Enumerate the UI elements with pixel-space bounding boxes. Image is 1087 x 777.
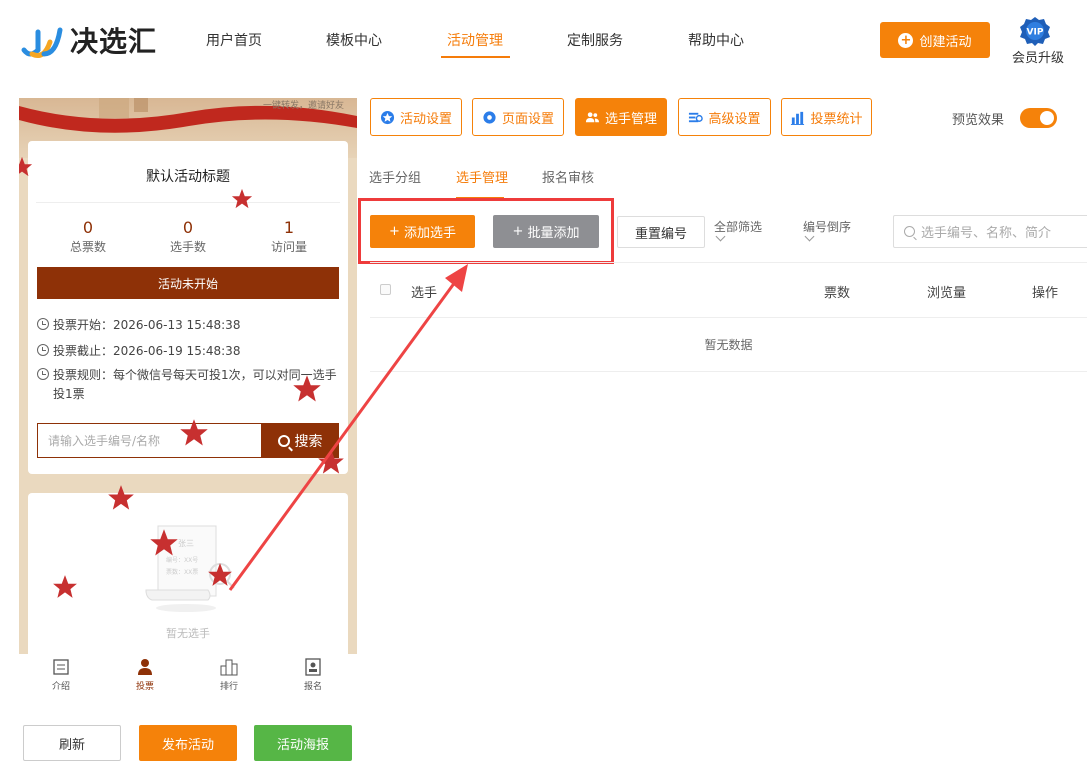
stat-total-votes-label: 总票数 — [69, 240, 106, 254]
preview-tab-register[interactable]: 报名 — [271, 654, 355, 700]
tab-activity-settings[interactable]: 活动设置 — [370, 98, 462, 136]
preview-tab-intro-label: 介绍 — [51, 682, 70, 692]
subtab-registration-review[interactable]: 报名审核 — [542, 167, 594, 186]
nav-item-help-center[interactable]: 帮助中心 — [688, 30, 744, 50]
column-header-votes: 票数 — [824, 286, 851, 301]
empty-card-name: 张三 — [178, 539, 194, 548]
info-icon — [37, 368, 49, 380]
star-decoration-icon — [19, 156, 33, 177]
vote-start-line: 投票开始：2026-06-13 15:48:38 — [37, 316, 240, 333]
vote-start-text: 投票开始：2026-06-13 15:48:38 — [53, 318, 241, 332]
table-empty-message: 暂无数据 — [704, 338, 753, 352]
table-bottom-border — [370, 371, 1087, 372]
star-decoration-icon — [150, 529, 178, 556]
tab-page-settings-label: 页面设置 — [501, 111, 554, 127]
nav-item-template-center[interactable]: 模板中心 — [326, 30, 382, 50]
create-activity-button[interactable]: + 创建活动 — [880, 22, 990, 58]
nav-item-user-home[interactable]: 用户首页 — [206, 30, 262, 50]
nav-item-activity-management[interactable]: 活动管理 — [447, 30, 503, 50]
divider — [36, 202, 340, 203]
stat-contestants-label: 选手数 — [169, 240, 206, 254]
contestant-search-input[interactable]: 请输入选手编号/名称 — [37, 423, 261, 458]
subtab-contestant-groups[interactable]: 选手分组 — [369, 167, 421, 186]
plus-circle-icon: + — [898, 32, 914, 48]
star-decoration-icon — [318, 449, 344, 474]
star-decoration-icon — [53, 575, 77, 598]
tab-page-settings[interactable]: 页面设置 — [472, 98, 564, 136]
empty-card-votes: 票数：XX票 — [166, 568, 198, 576]
refresh-button[interactable]: 刷新 — [23, 725, 121, 761]
tab-vote-statistics[interactable]: 投票统计 — [781, 98, 872, 136]
ranking-icon — [220, 659, 238, 676]
preview-effect-label: 预览效果 — [952, 113, 1005, 128]
star-decoration-icon — [208, 563, 232, 586]
contestant-filter-search[interactable]: 选手编号、名称、简介 — [893, 215, 1087, 248]
contestant-filter-search-placeholder: 选手编号、名称、简介 — [921, 226, 1052, 241]
nav-item-custom-service[interactable]: 定制服务 — [567, 30, 623, 50]
publish-activity-button[interactable]: 发布活动 — [139, 725, 237, 761]
preview-tab-ranking[interactable]: 排行 — [187, 654, 271, 700]
stat-total-votes-value: 0 — [82, 218, 94, 237]
stat-visits-label: 访问量 — [270, 240, 307, 254]
nav-active-indicator — [441, 56, 510, 58]
tab-vote-statistics-label: 投票统计 — [810, 111, 863, 127]
vip-badge-text: VIP — [1027, 28, 1044, 38]
brand-name: 决选汇 — [70, 25, 158, 58]
mobile-preview: 一键转发，邀请好友 默认活动标题 0 总票数 0 选手数 1 访问量 活动未开始… — [19, 98, 357, 654]
toggle-knob — [1040, 111, 1054, 125]
star-decoration-icon — [293, 375, 321, 402]
preview-tab-vote[interactable]: 投票 — [103, 654, 187, 700]
preview-top-note: 一键转发，邀请好友 — [263, 101, 345, 111]
tab-advanced-settings-label: 高级设置 — [708, 111, 761, 127]
vote-end-line: 投票截止：2026-06-19 15:48:38 — [37, 342, 240, 359]
stat-visits-value: 1 — [283, 218, 295, 237]
preview-effect-toggle[interactable] — [1020, 108, 1057, 128]
highlight-annotation-box — [358, 198, 614, 264]
star-decoration-icon — [180, 419, 208, 446]
column-header-contestant: 选手 — [411, 286, 438, 301]
tab-contestant-management[interactable]: 选手管理 — [575, 98, 667, 136]
preview-tab-intro[interactable]: 介绍 — [19, 654, 103, 700]
user-icon — [138, 659, 152, 675]
gear-icon — [483, 110, 496, 124]
star-badge-icon — [380, 110, 395, 124]
preview-tab-register-label: 报名 — [303, 682, 322, 692]
activity-title: 默认活动标题 — [146, 169, 230, 185]
tab-activity-settings-label: 活动设置 — [399, 111, 452, 127]
users-icon — [585, 111, 600, 122]
stat-contestants-value: 0 — [182, 218, 194, 237]
activity-status-bar: 活动未开始 — [37, 267, 339, 299]
column-header-views: 浏览量 — [927, 286, 967, 301]
create-activity-label: 创建活动 — [919, 34, 972, 50]
no-contestants-text: 暂无选手 — [166, 627, 210, 640]
sliders-icon — [689, 112, 704, 122]
preview-tab-ranking-label: 排行 — [219, 682, 238, 692]
table-top-border — [370, 262, 1087, 263]
preview-tab-vote-label: 投票 — [135, 682, 154, 692]
brand-logo[interactable]: 决选汇 — [20, 18, 160, 62]
document-icon — [53, 659, 69, 675]
star-decoration-icon — [231, 188, 253, 209]
tab-advanced-settings[interactable]: 高级设置 — [678, 98, 771, 136]
search-icon — [277, 434, 290, 447]
subtab-contestant-management[interactable]: 选手管理 — [456, 167, 508, 186]
select-all-checkbox[interactable] — [380, 284, 391, 295]
star-decoration-icon — [108, 485, 134, 510]
register-icon — [305, 658, 321, 676]
column-header-actions: 操作 — [1032, 286, 1059, 301]
bar-chart-icon — [791, 111, 805, 125]
tab-contestant-management-label: 选手管理 — [604, 111, 657, 127]
search-icon — [904, 226, 915, 237]
clock-icon — [37, 344, 49, 356]
vote-end-text: 投票截止：2026-06-19 15:48:38 — [53, 344, 241, 358]
activity-poster-button[interactable]: 活动海报 — [254, 725, 352, 761]
vip-upgrade-label[interactable]: 会员升级 — [1012, 47, 1064, 66]
preview-tab-bar: 介绍 投票 排行 报名 — [19, 654, 357, 700]
vip-badge-icon[interactable]: VIP — [1019, 16, 1051, 46]
logo-icon — [21, 27, 63, 58]
reset-numbering-button[interactable]: 重置编号 — [617, 216, 705, 248]
table-header-border — [370, 317, 1087, 318]
clock-icon — [37, 318, 49, 330]
